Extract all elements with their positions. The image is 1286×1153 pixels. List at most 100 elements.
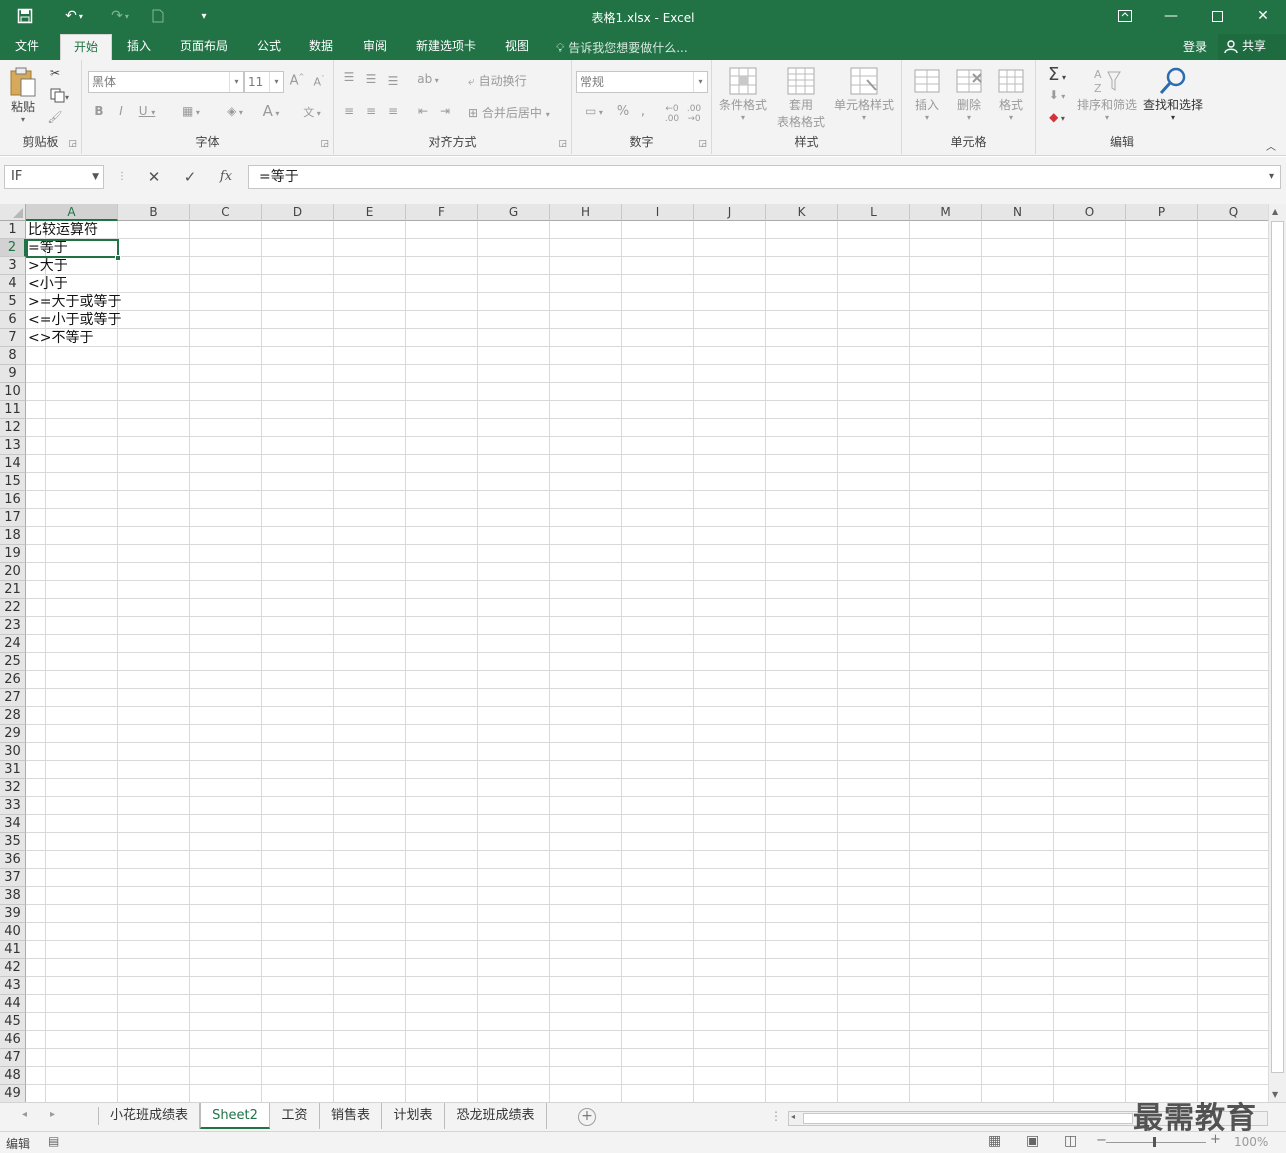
column-header-a[interactable]: A [26,204,118,221]
zoom-slider-thumb[interactable] [1153,1137,1156,1147]
increase-decimal-icon[interactable]: ←0.00 [662,104,682,124]
tab-home[interactable]: 开始 [60,34,112,60]
font-color-icon[interactable]: A ▾ [256,102,286,120]
row-header[interactable]: 48 [0,1067,26,1085]
cut-icon[interactable]: ✂ [46,66,64,80]
normal-view-icon[interactable]: ▦ [988,1133,1001,1149]
close-icon[interactable]: ✕ [1240,0,1286,32]
undo-icon[interactable]: ↶ ▾ [58,5,90,27]
row-header[interactable]: 17 [0,509,26,527]
horizontal-scroll-thumb[interactable] [803,1113,1133,1124]
row-header[interactable]: 9 [0,365,26,383]
tab-file[interactable]: 文件 [6,34,48,60]
autosum-icon[interactable]: Σ ▾ [1042,64,1072,85]
row-header[interactable]: 12 [0,419,26,437]
expand-formula-bar-icon[interactable]: ▾ [1269,166,1274,188]
column-header-q[interactable]: Q [1198,204,1268,221]
cell-a7[interactable]: <>不等于 [28,329,93,347]
row-header[interactable]: 22 [0,599,26,617]
percent-icon[interactable]: % [614,104,632,119]
row-header[interactable]: 4 [0,275,26,293]
row-header[interactable]: 29 [0,725,26,743]
align-top-icon[interactable]: ☰ [340,70,358,84]
new-file-icon[interactable] [148,5,168,27]
column-header-f[interactable]: F [406,204,478,221]
font-launcher-icon[interactable]: ◲ [320,139,329,149]
row-header[interactable]: 42 [0,959,26,977]
row-header[interactable]: 24 [0,635,26,653]
align-left-icon[interactable]: ≡ [340,104,358,118]
cell-styles-button[interactable]: 单元格样式 ▾ [832,66,896,122]
row-header[interactable]: 3 [0,257,26,275]
row-header[interactable]: 7 [0,329,26,347]
sheet-tab-active[interactable]: Sheet2 [200,1103,270,1129]
row-header[interactable]: 41 [0,941,26,959]
align-right-icon[interactable]: ≡ [384,104,402,118]
confirm-entry-icon[interactable]: ✓ [178,167,202,187]
conditional-formatting-button[interactable]: 条件格式 ▾ [716,66,770,122]
next-sheet-icon[interactable]: ▸ [50,1109,55,1120]
tab-data[interactable]: 数据 [300,34,342,60]
row-header[interactable]: 23 [0,617,26,635]
share-button[interactable]: 共享 [1218,34,1286,60]
italic-icon[interactable]: I [114,104,128,118]
cells-area[interactable] [26,221,1268,1102]
column-header-j[interactable]: J [694,204,766,221]
row-header[interactable]: 30 [0,743,26,761]
vertical-scrollbar[interactable]: ▲ ▼ [1268,204,1286,1102]
row-header[interactable]: 26 [0,671,26,689]
bold-icon[interactable]: B [92,104,106,118]
sheet-tab[interactable]: 工资 [270,1103,320,1129]
row-header[interactable]: 31 [0,761,26,779]
row-header[interactable]: 13 [0,437,26,455]
scroll-left-icon[interactable]: ◂ [791,1112,795,1121]
sheet-tab[interactable]: 小花班成绩表 [99,1103,200,1129]
column-header-l[interactable]: L [838,204,910,221]
zoom-slider[interactable] [1106,1142,1206,1143]
customize-quick-access-icon[interactable]: ▾ [196,5,212,27]
grow-font-icon[interactable]: A^ [288,73,306,88]
zoom-level[interactable]: 100% [1234,1135,1268,1149]
orientation-icon[interactable]: ab ▾ [414,72,442,86]
tab-insert[interactable]: 插入 [118,34,160,60]
column-header-b[interactable]: B [118,204,190,221]
save-icon[interactable] [14,5,36,27]
column-header-o[interactable]: O [1054,204,1126,221]
column-header-m[interactable]: M [910,204,982,221]
name-box[interactable]: IF ▼ [4,165,104,189]
alignment-launcher-icon[interactable]: ◲ [558,139,567,149]
tab-split-grip-icon[interactable]: ⋮ [770,1109,782,1123]
merge-center-button[interactable]: ⊞ 合并后居中 ▾ [468,104,564,121]
accounting-format-icon[interactable]: ▭ ▾ [578,104,610,118]
row-header[interactable]: 37 [0,869,26,887]
underline-icon[interactable]: U ▾ [136,104,158,118]
sheet-tab[interactable]: 计划表 [382,1103,445,1129]
comma-style-icon[interactable]: , [636,104,650,119]
fill-handle[interactable] [115,255,121,261]
page-layout-view-icon[interactable]: ▣ [1026,1133,1039,1149]
align-middle-icon[interactable]: ☰ [362,72,380,86]
column-header-i[interactable]: I [622,204,694,221]
tab-view[interactable]: 视图 [496,34,538,60]
add-sheet-icon[interactable]: + [578,1108,596,1126]
row-header[interactable]: 28 [0,707,26,725]
column-header-g[interactable]: G [478,204,550,221]
zoom-out-icon[interactable]: − [1096,1133,1107,1148]
borders-icon[interactable]: ▦ ▾ [176,104,206,118]
column-header-e[interactable]: E [334,204,406,221]
row-header[interactable]: 2 [0,239,26,257]
wrap-text-button[interactable]: ⤶ 自动换行 [468,72,538,89]
row-header[interactable]: 16 [0,491,26,509]
row-header[interactable]: 46 [0,1031,26,1049]
ribbon-display-options-icon[interactable] [1102,0,1148,32]
format-as-table-button[interactable]: 套用 表格格式 [770,66,832,130]
column-header-n[interactable]: N [982,204,1054,221]
font-name-box[interactable]: 黑体 ▾ [88,71,244,93]
select-all-corner[interactable] [0,204,26,221]
row-header[interactable]: 5 [0,293,26,311]
row-header[interactable]: 35 [0,833,26,851]
tab-page-layout[interactable]: 页面布局 [172,34,236,60]
align-center-icon[interactable]: ≡ [362,104,380,118]
row-header[interactable]: 33 [0,797,26,815]
cell-a5[interactable]: >=大于或等于 [28,293,121,311]
